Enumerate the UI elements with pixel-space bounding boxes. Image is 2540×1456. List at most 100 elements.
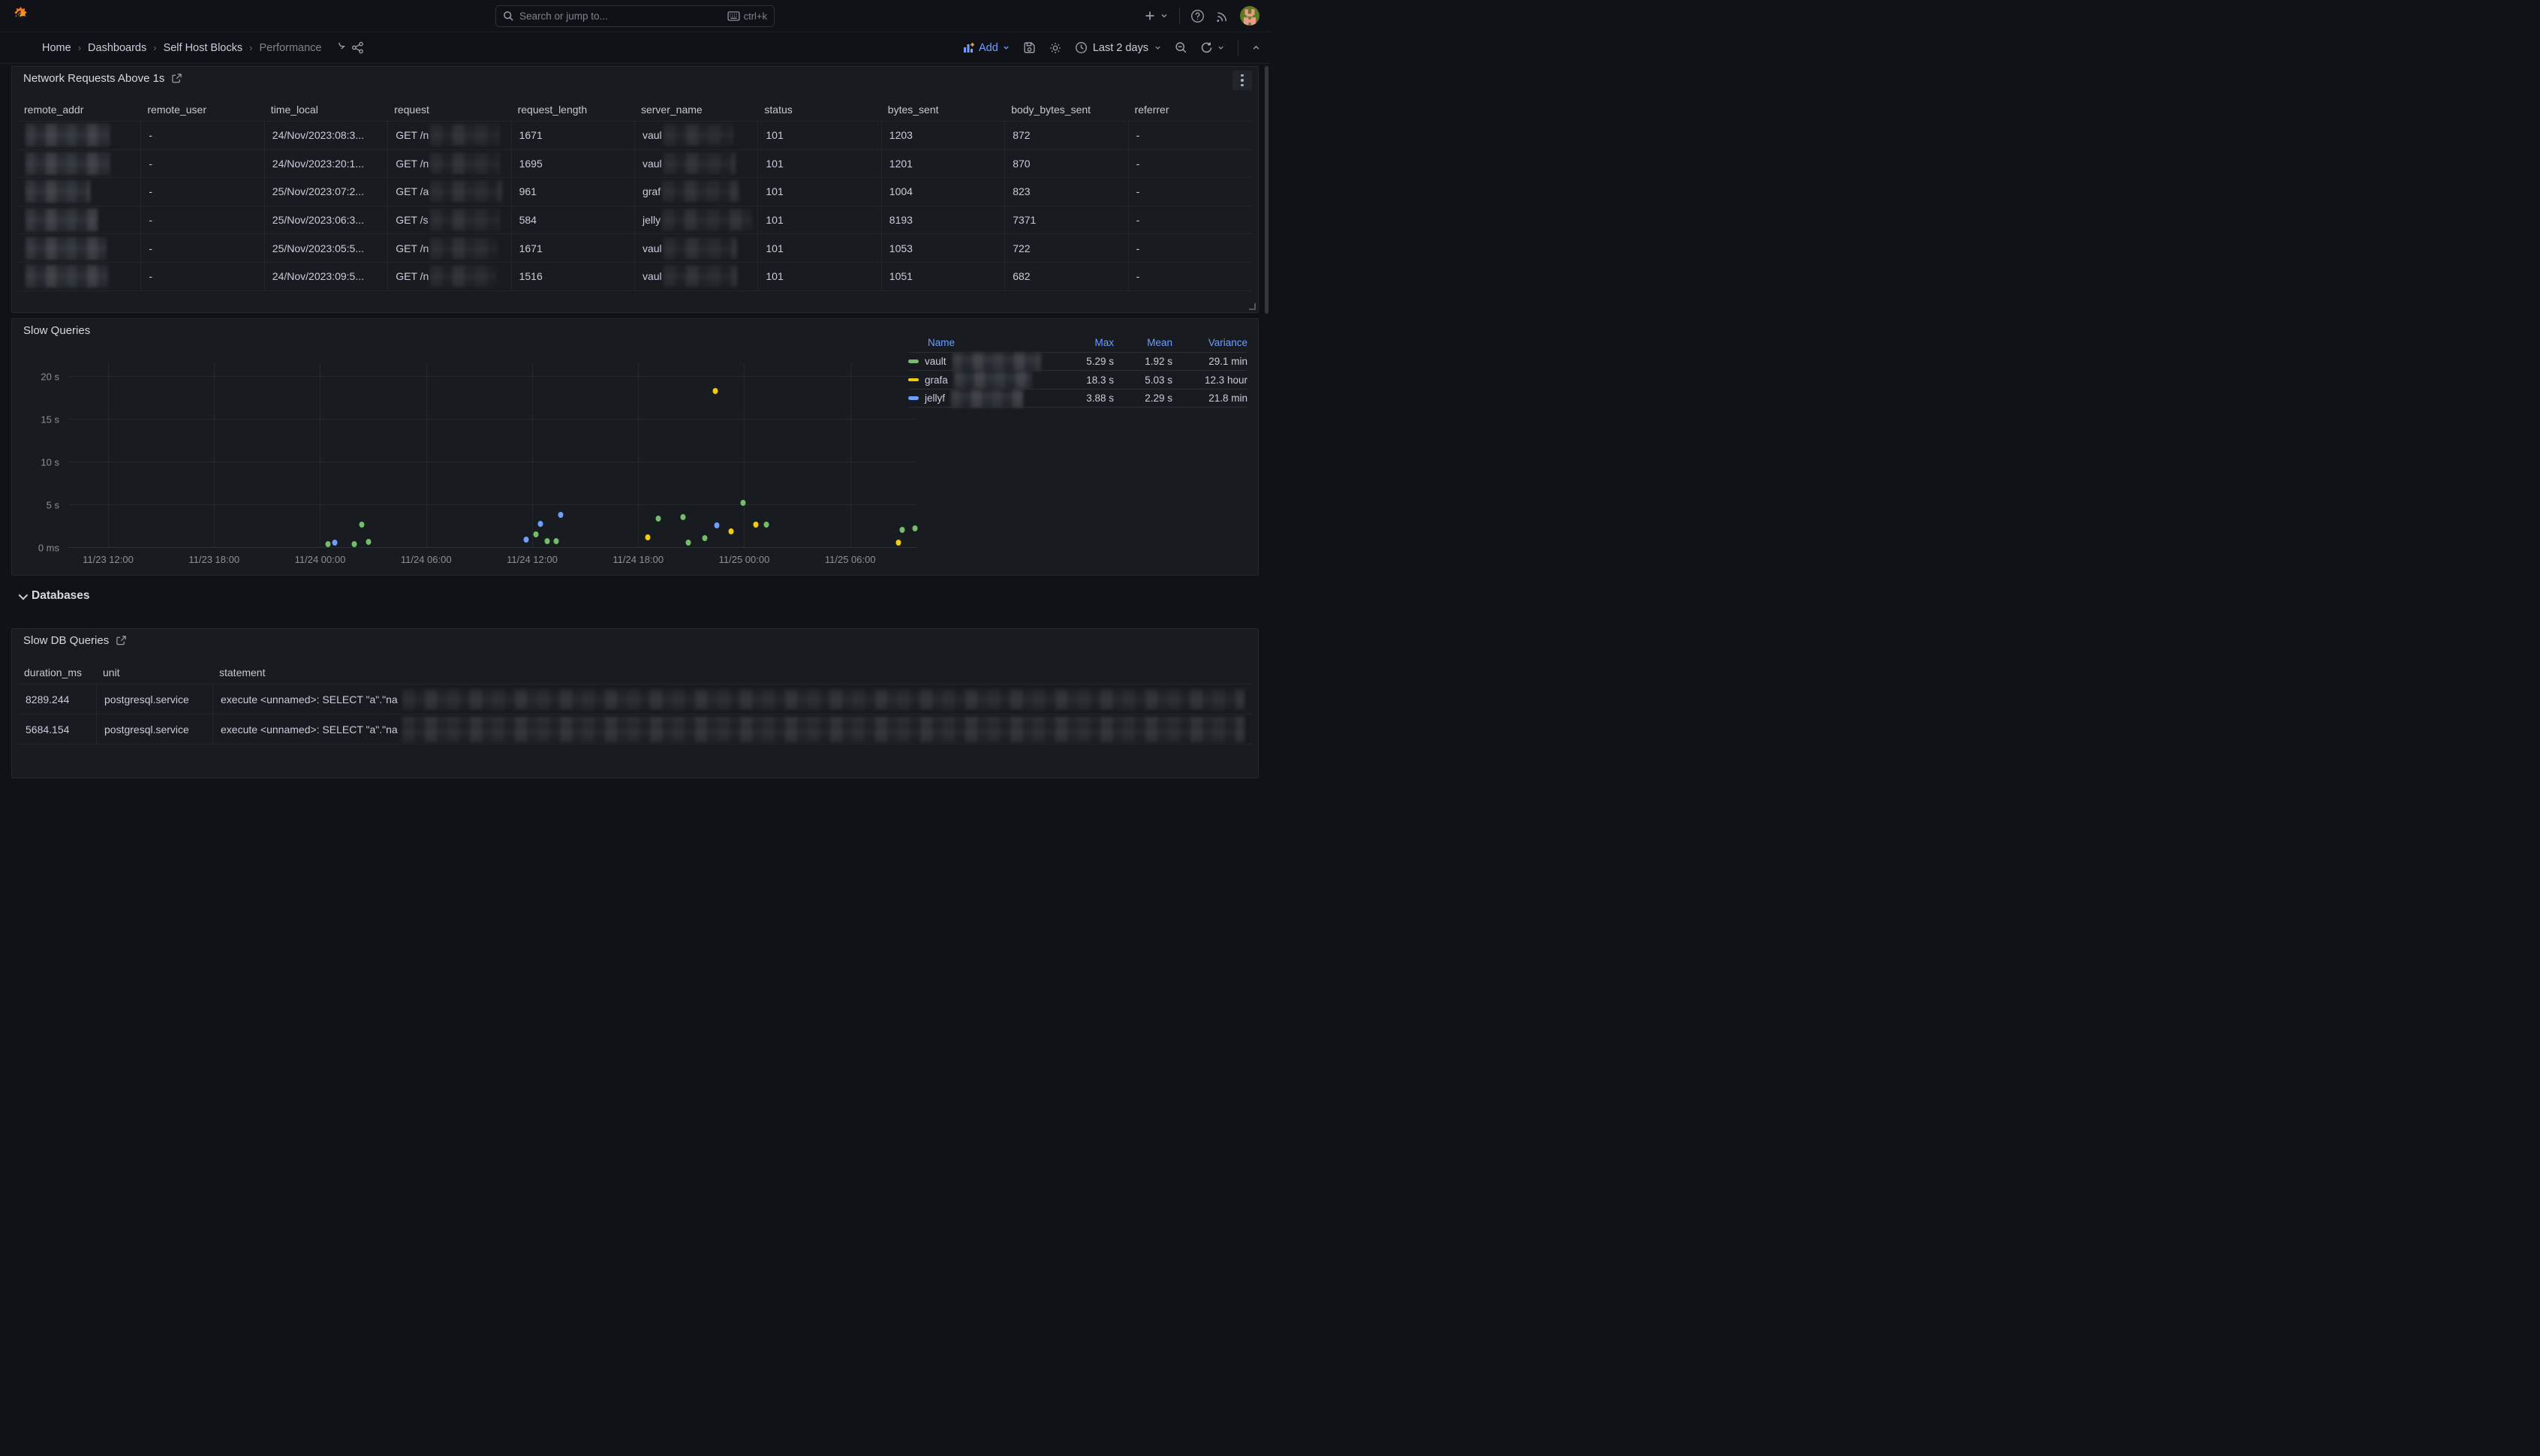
- column-header-request_length[interactable]: request_length: [512, 100, 635, 121]
- data-point-vault[interactable]: [352, 541, 357, 547]
- save-dashboard-button[interactable]: [1023, 41, 1036, 54]
- breadcrumb-dashboards[interactable]: Dashboards: [88, 42, 146, 54]
- add-panel-button[interactable]: Add: [963, 42, 1010, 54]
- x-axis-label: 11/25 06:00: [825, 554, 876, 565]
- x-axis-label: 11/23 12:00: [83, 554, 134, 565]
- data-point-grafa[interactable]: [728, 528, 733, 534]
- column-header-remote_addr[interactable]: remote_addr: [18, 100, 141, 121]
- data-point-vault[interactable]: [366, 539, 372, 545]
- y-axis-label: 0 ms: [38, 543, 59, 554]
- table-row: -25/Nov/2023:07:2...GET /a961graf1011004…: [18, 178, 1252, 206]
- refresh-button[interactable]: [1200, 41, 1225, 54]
- data-point-jellyf[interactable]: [523, 537, 528, 543]
- breadcrumb-folder[interactable]: Self Host Blocks: [164, 42, 243, 54]
- legend-header-variance[interactable]: Variance: [1172, 337, 1247, 348]
- redacted-value: [402, 717, 1244, 742]
- data-point-vault[interactable]: [544, 538, 549, 544]
- legend-series-name[interactable]: jellyf: [908, 390, 1054, 408]
- cell-body-bytes-sent: 872: [1005, 122, 1128, 149]
- data-point-vault[interactable]: [900, 527, 905, 533]
- data-point-vault[interactable]: [326, 541, 331, 547]
- redacted-value: [26, 265, 108, 287]
- cell-time-local: 25/Nov/2023:05:5...: [265, 234, 388, 262]
- data-point-jellyf[interactable]: [333, 540, 338, 546]
- help-button[interactable]: [1190, 9, 1205, 23]
- global-search[interactable]: ctrl+k: [495, 5, 775, 27]
- column-header-body_bytes_sent[interactable]: body_bytes_sent: [1005, 100, 1128, 121]
- new-menu-button[interactable]: [1144, 10, 1169, 22]
- cell-body-bytes-sent: 682: [1005, 263, 1128, 290]
- panel-menu-button[interactable]: [1232, 71, 1252, 90]
- plus-icon: [1144, 10, 1156, 22]
- column-header-server_name[interactable]: server_name: [635, 100, 758, 121]
- breadcrumb-home[interactable]: Home: [42, 42, 71, 54]
- data-point-grafa[interactable]: [753, 522, 758, 528]
- cell-time-local: 25/Nov/2023:06:3...: [265, 206, 388, 234]
- table-row: -24/Nov/2023:20:1...GET /n1695vaul101120…: [18, 150, 1252, 179]
- share-button[interactable]: [351, 41, 364, 54]
- column-header-referrer[interactable]: referrer: [1129, 100, 1252, 121]
- panel-slow-queries: Slow Queries 0 ms5 s10 s15 s20 s11/23 12…: [11, 318, 1259, 576]
- time-range-picker[interactable]: Last 2 days: [1075, 41, 1162, 54]
- collapse-nav-button[interactable]: [1251, 43, 1261, 53]
- page-scrollbar[interactable]: [1264, 66, 1269, 728]
- data-point-vault[interactable]: [553, 538, 558, 544]
- legend-mean-value: 1.92 s: [1114, 356, 1172, 367]
- legend-header-mean[interactable]: Mean: [1114, 337, 1172, 348]
- legend-series-swatch: [908, 396, 919, 400]
- zoom-out-time-button[interactable]: [1175, 41, 1187, 54]
- data-point-vault[interactable]: [359, 522, 364, 528]
- legend-header-name[interactable]: Name: [908, 337, 1054, 348]
- data-point-vault[interactable]: [656, 516, 661, 522]
- column-header-request[interactable]: request: [388, 100, 511, 121]
- section-databases[interactable]: Databases: [11, 585, 1259, 607]
- data-point-vault[interactable]: [763, 522, 769, 528]
- grafana-logo-icon[interactable]: [11, 6, 31, 26]
- data-point-grafa[interactable]: [896, 540, 901, 546]
- column-header-duration_ms[interactable]: duration_ms: [18, 663, 97, 684]
- search-input[interactable]: [519, 11, 722, 22]
- favorite-button[interactable]: [333, 41, 345, 54]
- data-point-vault[interactable]: [686, 540, 691, 546]
- column-header-bytes_sent[interactable]: bytes_sent: [882, 100, 1005, 121]
- slow-queries-plot[interactable]: 0 ms5 s10 s15 s20 s11/23 12:0011/23 18:0…: [68, 364, 916, 548]
- panel-title-row[interactable]: Slow Queries: [23, 324, 90, 337]
- legend-series-name[interactable]: grafa: [908, 371, 1054, 389]
- cell-referrer: -: [1129, 122, 1252, 149]
- data-point-vault[interactable]: [741, 500, 746, 506]
- x-axis-label: 11/23 18:00: [188, 554, 239, 565]
- legend-series-name[interactable]: vault: [908, 353, 1054, 371]
- data-point-vault[interactable]: [533, 531, 538, 537]
- external-link-icon[interactable]: [171, 73, 182, 84]
- menu-toggle-button[interactable]: [9, 37, 32, 59]
- column-header-unit[interactable]: unit: [97, 663, 213, 684]
- data-point-vault[interactable]: [681, 514, 686, 520]
- user-avatar[interactable]: [1240, 6, 1259, 26]
- column-header-remote_user[interactable]: remote_user: [141, 100, 264, 121]
- topbar-divider: [1179, 8, 1180, 24]
- data-point-grafa[interactable]: [646, 534, 651, 540]
- chevron-down-icon: [1160, 11, 1169, 20]
- column-header-time_local[interactable]: time_local: [265, 100, 388, 121]
- dashboard-settings-button[interactable]: [1049, 41, 1062, 55]
- table-row: -25/Nov/2023:05:5...GET /n1671vaul101105…: [18, 234, 1252, 263]
- data-point-jellyf[interactable]: [714, 522, 719, 528]
- panel-title-row[interactable]: Network Requests Above 1s: [23, 72, 182, 85]
- news-button[interactable]: [1215, 9, 1229, 23]
- column-header-status[interactable]: status: [758, 100, 881, 121]
- data-point-jellyf[interactable]: [537, 521, 543, 527]
- panel-title-row[interactable]: Slow DB Queries: [23, 634, 127, 647]
- column-header-statement[interactable]: statement: [213, 663, 1252, 684]
- data-point-jellyf[interactable]: [558, 512, 563, 518]
- legend-header-max[interactable]: Max: [1054, 337, 1114, 348]
- external-link-icon[interactable]: [116, 635, 127, 646]
- data-point-vault[interactable]: [702, 535, 707, 541]
- request-prefix: GET /n: [396, 242, 429, 254]
- data-point-vault[interactable]: [912, 525, 917, 531]
- panel-resize-handle[interactable]: [1249, 303, 1256, 310]
- y-axis-label: 15 s: [41, 414, 59, 426]
- server-prefix: vaul: [643, 158, 662, 170]
- cell-unit: postgresql.service: [97, 684, 213, 714]
- data-point-grafa[interactable]: [712, 388, 718, 394]
- cell-time-local: 24/Nov/2023:20:1...: [265, 150, 388, 178]
